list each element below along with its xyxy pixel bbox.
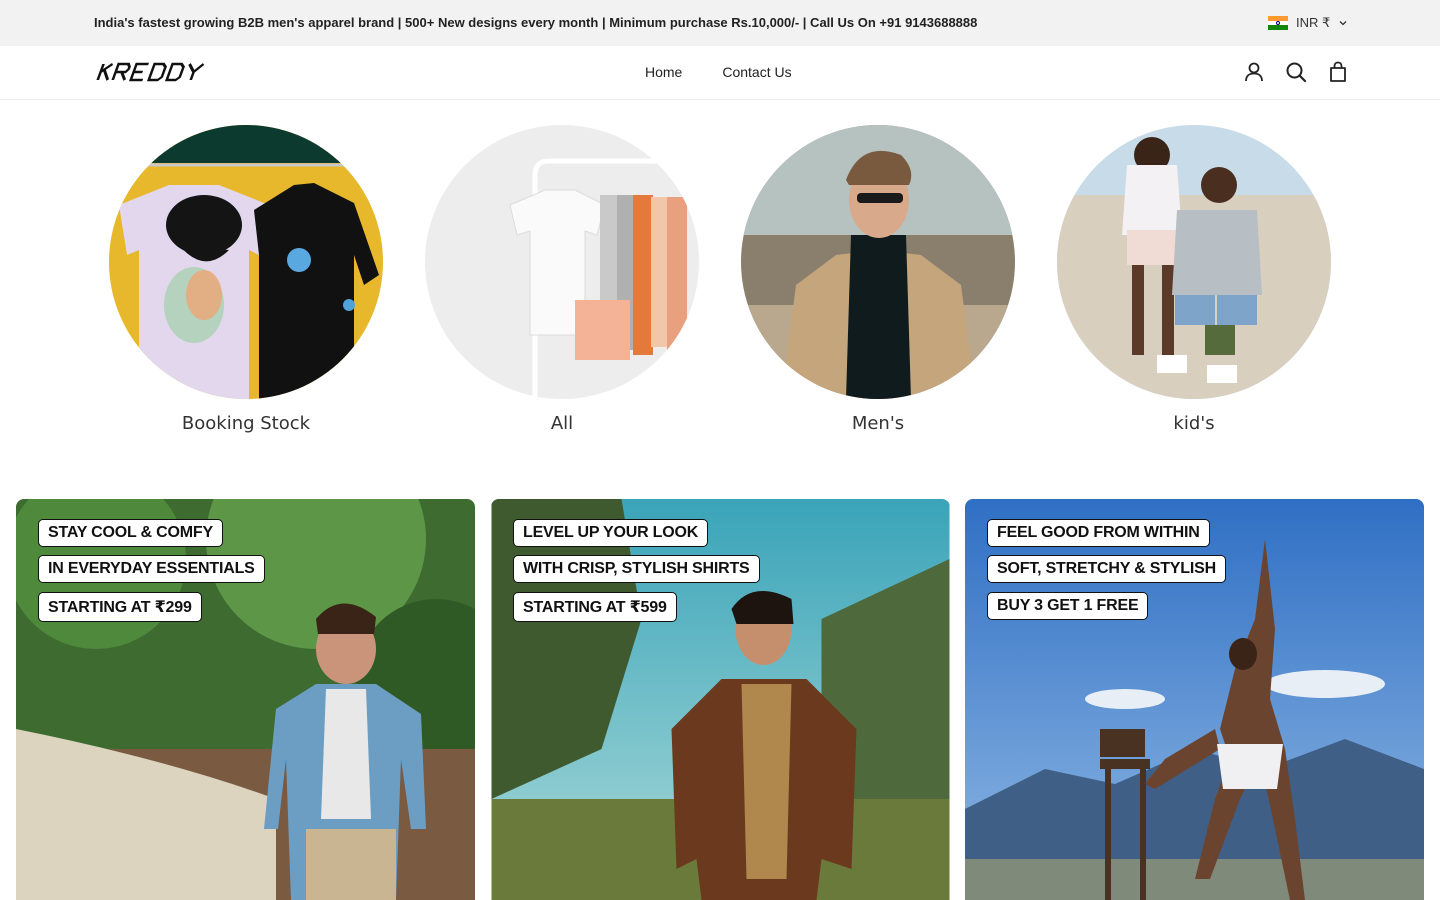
currency-selector[interactable]: INR ₹ bbox=[1268, 14, 1348, 32]
category-image bbox=[1057, 125, 1331, 399]
category-image bbox=[425, 125, 699, 399]
banner-tag-line-2: WITH CRISP, STYLISH SHIRTS bbox=[513, 555, 760, 583]
banner-tag-line-1: FEEL GOOD FROM WITHIN bbox=[987, 519, 1210, 547]
india-flag-icon bbox=[1268, 16, 1288, 31]
category-label: Men's bbox=[851, 413, 905, 434]
category-booking-stock[interactable]: Booking Stock bbox=[109, 125, 383, 434]
banner-tag-line-1: STAY COOL & COMFY bbox=[38, 519, 223, 547]
banner-tag-line-3: STARTING AT ₹299 bbox=[38, 592, 202, 622]
banner-tag-line-2: SOFT, STRETCHY & STYLISH bbox=[987, 555, 1226, 583]
category-label: Booking Stock bbox=[181, 413, 311, 434]
site-header: Home Contact Us bbox=[0, 46, 1440, 100]
kreddy-logo[interactable] bbox=[94, 60, 220, 84]
promo-banner-essentials[interactable]: STAY COOL & COMFY IN EVERYDAY ESSENTIALS… bbox=[16, 499, 475, 900]
banner-tag-line-1: LEVEL UP YOUR LOOK bbox=[513, 519, 709, 547]
category-all[interactable]: All bbox=[425, 125, 699, 434]
promo-banner-innerwear[interactable]: FEEL GOOD FROM WITHIN SOFT, STRETCHY & S… bbox=[965, 499, 1424, 900]
announcement-bar: India's fastest growing B2B men's appare… bbox=[0, 0, 1440, 46]
category-mens[interactable]: Men's bbox=[741, 125, 1015, 434]
promo-banner-shirts[interactable]: LEVEL UP YOUR LOOK WITH CRISP, STYLISH S… bbox=[491, 499, 950, 900]
nav-contact-us[interactable]: Contact Us bbox=[722, 64, 791, 80]
header-icons bbox=[1242, 60, 1350, 84]
chevron-down-icon bbox=[1339, 21, 1347, 26]
account-icon[interactable] bbox=[1242, 60, 1266, 84]
search-icon[interactable] bbox=[1284, 60, 1308, 84]
banner-tag-line-3: BUY 3 GET 1 FREE bbox=[987, 592, 1149, 620]
nav-home[interactable]: Home bbox=[645, 64, 682, 80]
category-label: All bbox=[550, 413, 574, 434]
currency-label: INR ₹ bbox=[1296, 15, 1331, 30]
cart-icon[interactable] bbox=[1326, 60, 1350, 84]
banner-tag-line-3: STARTING AT ₹599 bbox=[513, 592, 677, 622]
category-label: kid's bbox=[1173, 413, 1215, 434]
announcement-text: India's fastest growing B2B men's appare… bbox=[94, 15, 978, 30]
category-kids[interactable]: kid's bbox=[1057, 125, 1331, 434]
category-image bbox=[741, 125, 1015, 399]
banner-tag-line-2: IN EVERYDAY ESSENTIALS bbox=[38, 555, 265, 583]
main-nav: Home Contact Us bbox=[645, 64, 792, 80]
category-image bbox=[109, 125, 383, 399]
